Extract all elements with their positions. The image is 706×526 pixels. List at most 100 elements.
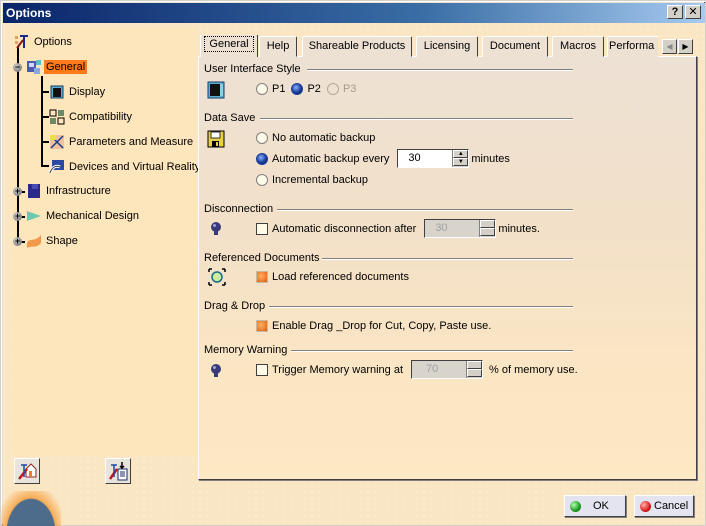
radio-circle[interactable] bbox=[256, 132, 268, 144]
tree-item-mechanical-design[interactable]: Mechanical Design bbox=[26, 207, 141, 225]
radio-circle[interactable] bbox=[256, 174, 268, 186]
tab-label: Document bbox=[489, 40, 541, 52]
checkbox-label: Automatic disconnection after bbox=[272, 222, 417, 235]
backup-interval-value[interactable]: 30 bbox=[408, 152, 420, 164]
tab-scroll-right-button[interactable]: ▶ bbox=[678, 39, 693, 54]
checkbox-label: Load referenced documents bbox=[272, 271, 409, 283]
lightbulb-icon bbox=[209, 221, 227, 239]
expand-shape-toggle[interactable]: + bbox=[13, 237, 22, 246]
radio-p3[interactable]: P3 bbox=[326, 83, 357, 95]
tree-item-parameters-and-measure[interactable]: Parameters and Measure bbox=[49, 133, 195, 151]
globe-decoration bbox=[1, 491, 61, 526]
group-separator bbox=[322, 258, 573, 260]
tree-item-label: General bbox=[44, 60, 88, 74]
help-button[interactable]: ? bbox=[667, 5, 683, 19]
tree-item-shape[interactable]: Shape bbox=[26, 232, 80, 250]
cancel-button[interactable]: Cancel bbox=[634, 495, 694, 517]
spin-down-icon[interactable] bbox=[467, 369, 483, 377]
tree-item-compatibility[interactable]: Compatibility bbox=[49, 108, 134, 126]
tab-label: Licensing bbox=[423, 40, 471, 52]
radio-p1[interactable]: P1 bbox=[256, 83, 285, 95]
lightbulb-icon bbox=[209, 363, 227, 381]
enable-drag-drop-checkbox[interactable] bbox=[256, 320, 268, 332]
export-settings-icon bbox=[108, 462, 128, 481]
tree-item-display[interactable]: Display bbox=[49, 83, 107, 101]
display-icon bbox=[49, 84, 65, 100]
reset-to-defaults-button[interactable] bbox=[14, 458, 40, 484]
radio-label: P1 bbox=[272, 83, 286, 95]
tree-item-label: Infrastructure bbox=[46, 185, 111, 197]
tree-item-label: Display bbox=[69, 86, 106, 98]
spin-up-icon[interactable] bbox=[467, 361, 483, 369]
tree-line bbox=[41, 116, 49, 118]
parameters-icon bbox=[49, 134, 65, 150]
expand-mechanical-design-toggle[interactable]: + bbox=[13, 212, 22, 221]
radio-label: Incremental backup bbox=[272, 174, 368, 186]
radio-p3-circle[interactable] bbox=[326, 83, 339, 95]
compatibility-icon bbox=[49, 109, 65, 125]
tree-item-general[interactable]: General bbox=[26, 58, 88, 76]
tab-macros[interactable]: Macros bbox=[552, 36, 604, 57]
arrow-left-icon: ◀ bbox=[666, 42, 673, 51]
tab-label: Shareable Products bbox=[308, 40, 406, 52]
options-dialog: Options ? ✕ Options − General Display Co… bbox=[0, 0, 706, 526]
ok-button[interactable]: OK bbox=[564, 495, 626, 517]
radio-incremental-backup[interactable]: Incremental backup bbox=[256, 174, 368, 186]
load-referenced-documents-checkbox[interactable] bbox=[256, 271, 268, 283]
tab-document[interactable]: Document bbox=[482, 36, 548, 57]
group-title-data-save: Data Save bbox=[204, 112, 256, 124]
tab-scroll-left-button[interactable]: ◀ bbox=[662, 39, 677, 54]
export-settings-button[interactable] bbox=[105, 458, 131, 484]
radio-automatic-backup[interactable]: Automatic backup every 30 ▲ ▼ minutes bbox=[256, 149, 510, 168]
tab-shareable-products[interactable]: Shareable Products bbox=[302, 36, 412, 57]
automatic-disconnection-checkbox[interactable] bbox=[256, 222, 268, 235]
disconnection-interval-value[interactable]: 30 bbox=[435, 222, 447, 234]
radio-p1-circle[interactable] bbox=[256, 83, 268, 95]
load-referenced-documents-row: Load referenced documents bbox=[256, 271, 409, 283]
backup-interval-spinner[interactable]: 30 ▲ ▼ bbox=[397, 149, 470, 168]
tree-item-infrastructure[interactable]: Infrastructure bbox=[26, 182, 113, 200]
reset-home-icon bbox=[18, 463, 37, 480]
tab-general[interactable]: General bbox=[200, 35, 258, 57]
ui-style-icon bbox=[207, 81, 225, 99]
spin-up-icon[interactable] bbox=[480, 220, 496, 228]
close-button[interactable]: ✕ bbox=[685, 5, 701, 19]
options-root-icon bbox=[14, 34, 30, 50]
tab-performance[interactable]: Performa bbox=[607, 36, 658, 57]
radio-p2-circle[interactable] bbox=[291, 83, 304, 95]
spinner-arrows[interactable]: ▲ ▼ bbox=[452, 150, 469, 167]
memory-warning-value[interactable]: 70 bbox=[426, 363, 438, 375]
group-separator bbox=[307, 69, 573, 71]
group-separator bbox=[277, 209, 573, 211]
options-tree: Options − General Display Compatibility bbox=[12, 29, 200, 456]
automatic-disconnection-row: Automatic disconnection after 30 minutes… bbox=[256, 219, 540, 238]
tree-line bbox=[41, 91, 49, 93]
memory-warning-spinner[interactable]: 70 bbox=[411, 360, 484, 379]
spin-down-icon[interactable]: ▼ bbox=[453, 158, 469, 166]
spin-down-icon[interactable] bbox=[480, 228, 496, 236]
radio-label: P3 bbox=[342, 83, 357, 95]
spin-up-icon[interactable]: ▲ bbox=[453, 150, 469, 158]
tab-licensing[interactable]: Licensing bbox=[416, 36, 478, 57]
floppy-disk-icon bbox=[207, 130, 225, 148]
collapse-general-toggle[interactable]: − bbox=[13, 63, 22, 72]
tree-root[interactable]: Options bbox=[14, 33, 74, 51]
radio-no-automatic-backup[interactable]: No automatic backup bbox=[256, 132, 375, 144]
group-separator bbox=[291, 350, 573, 352]
spinner-arrows[interactable] bbox=[479, 220, 496, 237]
mechanical-design-icon bbox=[26, 208, 42, 224]
trigger-memory-warning-checkbox[interactable] bbox=[256, 363, 268, 376]
tree-item-devices-and-virtual-reality[interactable]: Devices and Virtual Reality bbox=[48, 158, 202, 176]
tab-help[interactable]: Help bbox=[259, 36, 297, 57]
disconnection-interval-spinner[interactable]: 30 bbox=[424, 219, 497, 238]
checkbox-label: Trigger Memory warning at bbox=[272, 363, 404, 376]
title-bar: Options bbox=[3, 3, 705, 23]
radio-p2[interactable]: P2 bbox=[291, 83, 321, 95]
backup-unit-label: minutes bbox=[471, 152, 510, 165]
tab-label: Help bbox=[266, 40, 290, 52]
window-title: Options bbox=[6, 6, 52, 20]
spinner-arrows[interactable] bbox=[466, 361, 483, 378]
radio-circle[interactable] bbox=[256, 152, 268, 165]
expand-infrastructure-toggle[interactable]: + bbox=[13, 187, 22, 196]
tab-label: Macros bbox=[559, 40, 597, 52]
